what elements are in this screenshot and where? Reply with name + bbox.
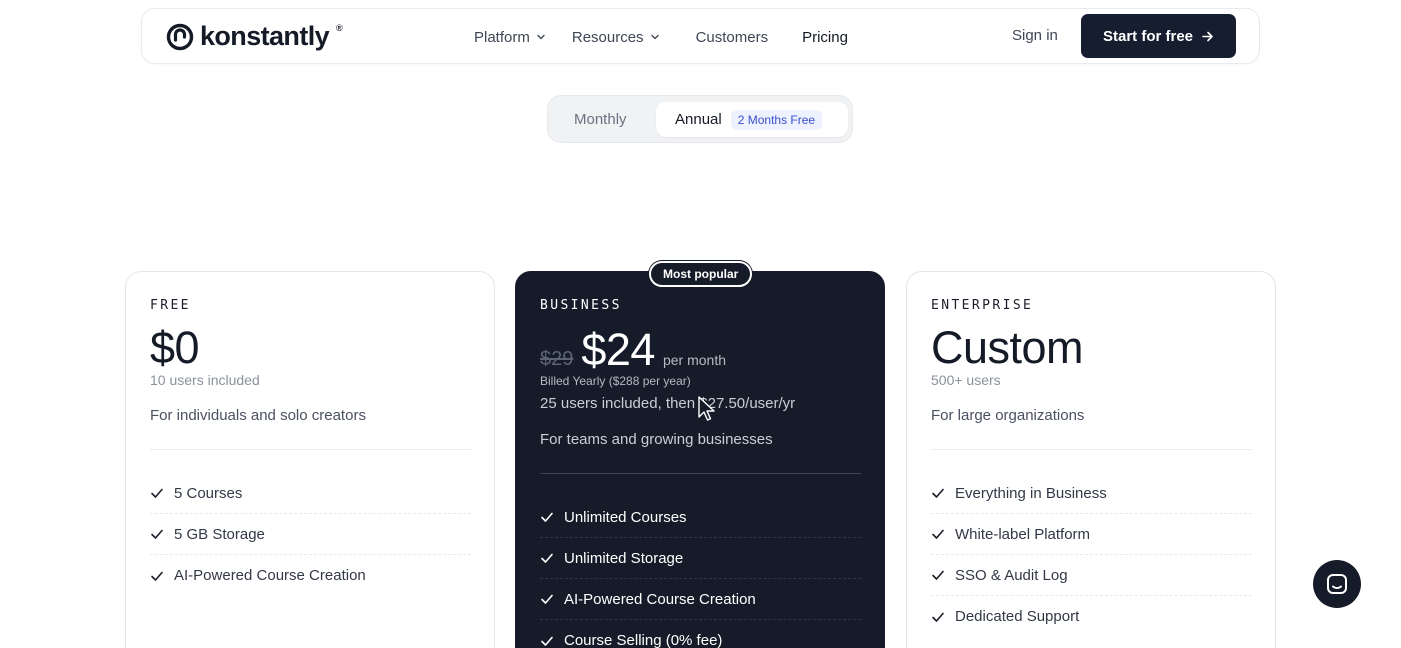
feature-label: AI-Powered Course Creation: [174, 567, 366, 584]
feature-item: Unlimited Storage: [540, 538, 861, 579]
divider: [540, 473, 861, 474]
feature-list: Everything in Business White-label Platf…: [931, 473, 1252, 637]
brand-logo[interactable]: konstantly ®: [166, 21, 343, 52]
chevron-down-icon: [650, 34, 659, 40]
nav-label-pricing: Pricing: [802, 28, 848, 46]
chat-launcher-button[interactable]: [1313, 560, 1361, 608]
primary-nav: Platform Resources Customers Pricing: [474, 9, 874, 65]
plan-price: $24: [581, 324, 655, 375]
feature-item: Everything in Business: [931, 473, 1252, 514]
check-icon: [541, 636, 553, 646]
most-popular-badge: Most popular: [649, 261, 753, 287]
nav-item-pricing[interactable]: Pricing: [802, 29, 848, 46]
feature-item: 5 GB Storage: [150, 514, 471, 555]
check-icon: [932, 570, 944, 580]
feature-label: Course Selling (0% fee): [564, 632, 723, 648]
plan-users: 10 users included: [150, 372, 260, 388]
sign-in-link[interactable]: Sign in: [1012, 27, 1058, 44]
plan-price: Custom: [931, 322, 1084, 373]
plan-tier: FREE: [150, 298, 191, 313]
toggle-annual[interactable]: Annual 2 Months Free: [656, 102, 848, 137]
check-icon: [151, 488, 163, 498]
plan-card-enterprise: ENTERPRISE Custom 500+ users For large o…: [906, 271, 1276, 648]
feature-item: Unlimited Courses: [540, 497, 861, 538]
nav-label-platform: Platform: [474, 28, 530, 46]
check-icon: [541, 553, 553, 563]
check-icon: [541, 512, 553, 522]
plan-period: per month: [662, 352, 727, 368]
divider: [931, 449, 1252, 450]
feature-item: SSO & Audit Log: [931, 555, 1252, 596]
plan-users: 25 users included, then $27.50/user/yr: [540, 395, 796, 412]
feature-label: 5 GB Storage: [174, 525, 265, 543]
billing-note: Billed Yearly ($288 per year): [540, 374, 691, 388]
toggle-monthly[interactable]: Monthly: [574, 111, 627, 128]
start-for-free-button[interactable]: Start for free: [1081, 14, 1236, 58]
plan-price-row: $29 $24 per month: [540, 324, 726, 376]
feature-label: Unlimited Storage: [564, 549, 684, 567]
divider: [150, 449, 471, 450]
nav-label-resources: Resources: [571, 28, 644, 46]
feature-label: AI-Powered Course Creation: [564, 590, 756, 608]
check-icon: [932, 612, 944, 622]
konstantly-logo-icon: [166, 23, 194, 50]
feature-label: White-label Platform: [955, 525, 1091, 543]
arrow-right-icon: [1202, 31, 1213, 41]
chevron-down-icon: [537, 34, 545, 40]
plan-description: For large organizations: [931, 407, 1085, 424]
nav-item-customers[interactable]: Customers: [696, 29, 769, 46]
feature-item: Dedicated Support: [931, 596, 1252, 637]
plan-card-free: FREE $0 10 users included For individual…: [125, 271, 495, 648]
check-icon: [932, 488, 944, 498]
check-icon: [541, 594, 553, 604]
feature-item: AI-Powered Course Creation: [150, 555, 471, 596]
check-icon: [151, 529, 163, 539]
feature-label: SSO & Audit Log: [955, 566, 1068, 584]
chat-icon: [1327, 574, 1347, 594]
check-icon: [151, 571, 163, 581]
billing-period-toggle: Monthly Annual 2 Months Free: [547, 95, 853, 143]
feature-label: 5 Courses: [174, 484, 243, 502]
feature-label: Everything in Business: [955, 484, 1107, 502]
top-navbar: konstantly ® Platform Resources Customers…: [141, 8, 1260, 64]
plan-users: 500+ users: [931, 372, 1001, 388]
cta-label: Start for free: [1102, 27, 1194, 45]
feature-list: Unlimited Courses Unlimited Storage AI-P…: [540, 497, 861, 648]
plan-price: $0: [150, 322, 200, 373]
check-icon: [932, 529, 944, 539]
mouse-cursor-icon: [698, 396, 715, 421]
plan-description: For teams and growing businesses: [540, 431, 773, 448]
brand-reg-mark: ®: [336, 22, 343, 33]
feature-item: 5 Courses: [150, 473, 471, 514]
feature-item: White-label Platform: [931, 514, 1252, 555]
brand-name: konstantly: [200, 21, 330, 51]
plan-tier: BUSINESS: [540, 298, 622, 313]
plan-old-price: $29: [540, 348, 574, 370]
plan-tier: ENTERPRISE: [931, 298, 1034, 313]
feature-item: AI-Powered Course Creation: [540, 579, 861, 620]
feature-label: Dedicated Support: [955, 608, 1080, 625]
feature-item: Course Selling (0% fee): [540, 620, 861, 648]
feature-list: 5 Courses 5 GB Storage AI-Powered Course…: [150, 473, 471, 596]
nav-item-platform[interactable]: Platform: [474, 29, 546, 46]
plan-card-business: BUSINESS $29 $24 per month Billed Yearly…: [515, 271, 885, 648]
feature-label: Unlimited Courses: [564, 508, 687, 526]
annual-discount-badge: 2 Months Free: [730, 109, 823, 130]
nav-item-resources[interactable]: Resources: [572, 29, 660, 46]
plan-description: For individuals and solo creators: [150, 407, 366, 424]
toggle-annual-label: Annual: [675, 111, 722, 128]
nav-label-customers: Customers: [695, 28, 769, 46]
